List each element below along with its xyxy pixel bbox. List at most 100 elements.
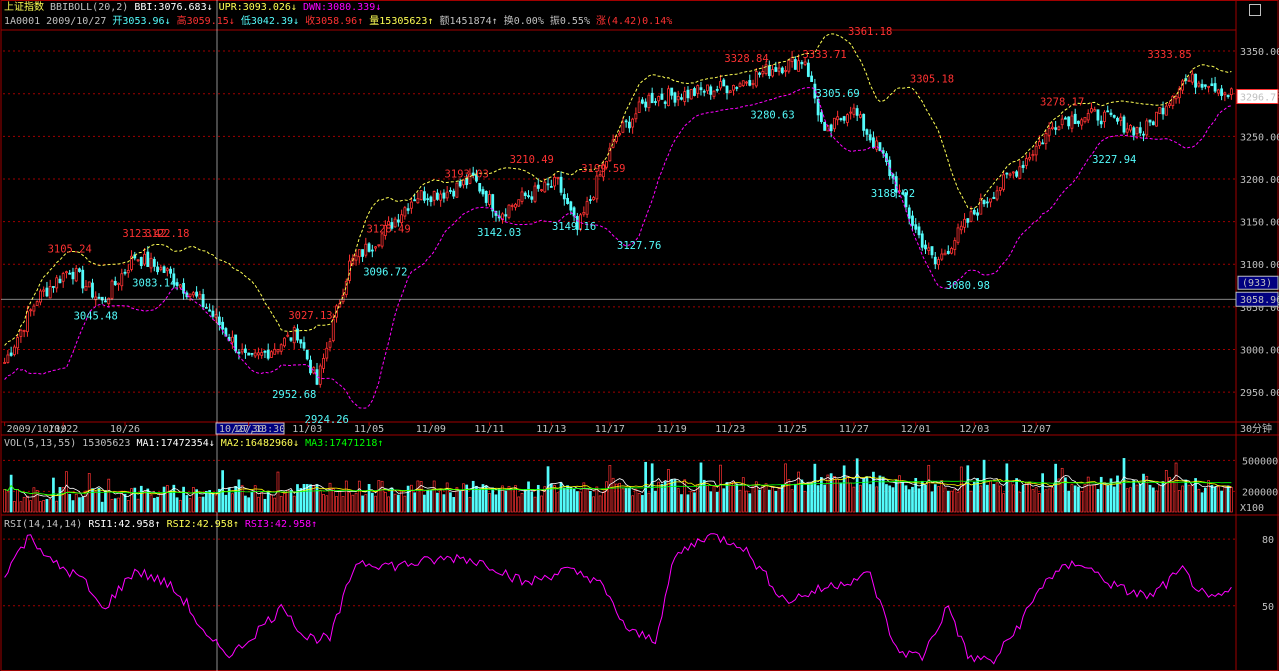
volume-bar-up — [351, 494, 355, 513]
restore-window-icon[interactable] — [1249, 4, 1261, 16]
volume-bar-up — [3, 489, 6, 513]
volume-bar-up — [1008, 480, 1012, 513]
candle-up — [1223, 92, 1227, 96]
volume-bar-up — [1216, 486, 1220, 513]
price-annotation-label: 3210.49 — [510, 154, 554, 166]
volume-bar-up — [338, 491, 342, 513]
volume-bar-up — [859, 484, 862, 513]
volume-bar-down — [810, 482, 813, 513]
candle-up — [1155, 111, 1158, 127]
volume-bar-down — [917, 488, 921, 513]
candle-down — [1096, 109, 1100, 121]
volume-bar-down — [572, 488, 576, 513]
volume-bar-down — [881, 476, 885, 513]
candle-down — [478, 183, 482, 192]
volume-bar-up — [1093, 484, 1097, 513]
volume-bar-down — [315, 484, 319, 513]
price-annotation-label: 3328.84 — [724, 53, 768, 65]
volume-bar-down — [361, 495, 364, 513]
stock-chart[interactable]: 2950.003000.003050.003100.003150.003200.… — [0, 0, 1279, 671]
x-tick-label: 11/03 — [292, 424, 322, 435]
candle-down — [449, 190, 452, 192]
candle-down — [546, 183, 550, 186]
candle-down — [946, 250, 950, 254]
candle-up — [32, 305, 36, 312]
price-annotation-label: 3188.02 — [871, 188, 915, 200]
candle-up — [1037, 141, 1041, 147]
candle-down — [1151, 121, 1155, 126]
volume-bar-down — [123, 493, 127, 513]
dwn-value: DWN:3080.339 — [302, 2, 376, 13]
volume-bar-up — [387, 496, 390, 513]
volume-bar-down — [1073, 485, 1077, 513]
candle-up — [1002, 174, 1006, 190]
volume-bar-down — [423, 494, 426, 513]
candle-up — [191, 292, 195, 296]
candle-down — [250, 352, 254, 355]
volume-bar-up — [322, 494, 325, 513]
candle-down — [693, 88, 696, 96]
down-arrow-icon: ↓ — [293, 438, 300, 449]
price-header: 上证指数 BBIBOLL(20,2) BBI:3076.683↓ UPR:309… — [4, 2, 381, 14]
candle-up — [143, 253, 146, 265]
candle-up — [488, 194, 491, 205]
volume-bar-down — [523, 489, 527, 513]
candle-up — [585, 201, 589, 215]
volume-bar-down — [793, 483, 797, 513]
candle-up — [950, 248, 953, 254]
candle-up — [188, 293, 192, 297]
volume-bar-up — [846, 476, 849, 513]
volume-bar-up — [777, 488, 781, 513]
candle-up — [657, 96, 661, 102]
volume-bar-up — [790, 489, 794, 513]
volume-bar-down — [748, 493, 752, 513]
candle-up — [1145, 120, 1149, 136]
candle-up — [979, 198, 983, 215]
down-arrow-icon: ↓ — [293, 16, 300, 27]
turnover-value: 换0.00% — [503, 16, 544, 27]
volume-bar-up — [488, 493, 491, 513]
candle-up — [621, 122, 625, 133]
volume-bar-down — [839, 482, 843, 513]
volume-bar-down — [855, 458, 859, 513]
candle-down — [237, 351, 241, 354]
candle-up — [719, 81, 722, 89]
volume-bar-down — [475, 485, 478, 513]
candle-up — [836, 116, 840, 121]
volume-bar-up — [741, 477, 745, 513]
price-annotation-label: 3027.13 — [288, 310, 332, 322]
candle-up — [455, 182, 459, 198]
candle-down — [9, 352, 13, 356]
volume-bar-up — [940, 480, 944, 513]
candle-down — [1021, 164, 1025, 168]
price-annotation-label: 3045.48 — [74, 311, 118, 323]
volume-bar-up — [410, 484, 413, 513]
candle-down — [208, 309, 212, 312]
candle-up — [553, 176, 556, 187]
volume-bar-up — [1025, 481, 1028, 513]
volume-bar-up — [1135, 484, 1139, 513]
volume-bar-up — [65, 471, 68, 513]
price-tick-label: 3100.00 — [1240, 260, 1279, 271]
candle-up — [761, 71, 765, 75]
price-tick-label: 3250.00 — [1240, 132, 1279, 143]
candle-down — [1064, 117, 1067, 120]
volume-bar-up — [214, 494, 218, 513]
candle-up — [1216, 89, 1220, 94]
price-annotation-label: 3128.49 — [366, 224, 410, 236]
price-annotation-label: 3333.85 — [1147, 49, 1191, 61]
candle-up — [969, 211, 973, 222]
candle-down — [204, 306, 208, 309]
volume-bar-down — [686, 494, 690, 513]
candle-up — [676, 96, 680, 101]
candle-up — [416, 198, 420, 204]
candle-up — [462, 179, 465, 186]
volume-bar-down — [911, 486, 914, 513]
price-annotation-label: 3127.76 — [617, 240, 661, 252]
candle-down — [735, 87, 739, 89]
candle-down — [823, 121, 827, 131]
volume-bar-up — [13, 501, 16, 513]
volume-bar-up — [803, 491, 807, 513]
candle-down — [435, 192, 439, 200]
x-tick-label: 11/09 — [416, 424, 446, 435]
